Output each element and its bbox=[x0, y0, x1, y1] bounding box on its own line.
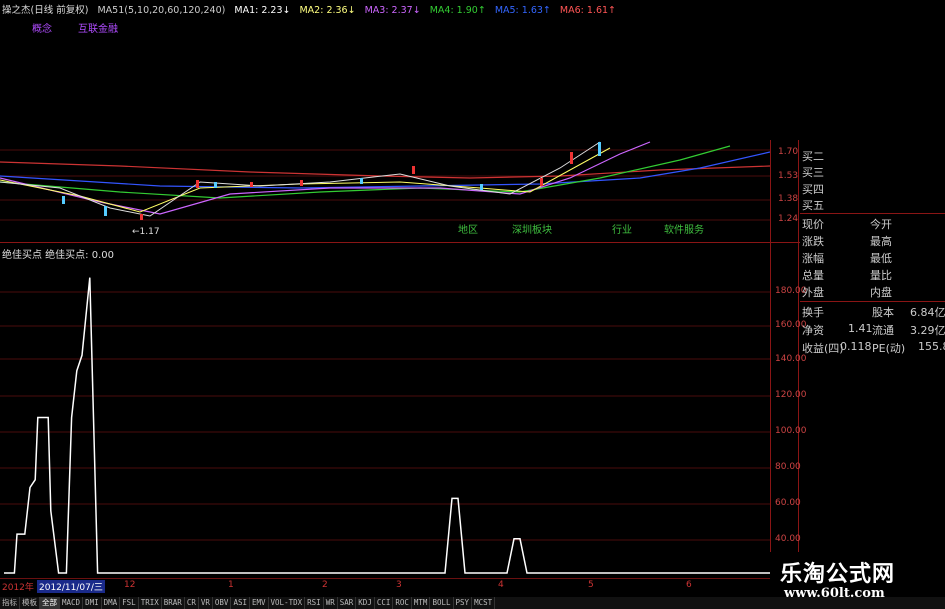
stats-row-eps: 收益(四)0.118PE(动)155.8 bbox=[802, 340, 945, 355]
quote-row-change: 涨跌 最高 bbox=[802, 235, 892, 248]
tab-vr[interactable]: VR bbox=[199, 597, 213, 609]
time-label-3: 3 bbox=[396, 580, 402, 590]
time-label-1: 1 bbox=[228, 580, 234, 590]
tab-fsl[interactable]: FSL bbox=[120, 597, 139, 609]
stock-title[interactable]: 操之杰(日线 前复权) bbox=[2, 5, 88, 16]
price-axis-170: 1.70 bbox=[778, 147, 799, 157]
tab-psy[interactable]: PSY bbox=[454, 597, 473, 609]
tab-vol-tdx[interactable]: VOL-TDX bbox=[269, 597, 306, 609]
bid-row-3: 买三 bbox=[802, 166, 824, 179]
stats-row-turnover: 换手 股本 6.84亿 bbox=[802, 306, 945, 319]
watermark-title: 乐淘公式网 bbox=[780, 562, 896, 587]
quote-row-pct: 涨幅 最低 bbox=[802, 252, 892, 265]
tab-obv[interactable]: OBV bbox=[213, 597, 232, 609]
tab-emv[interactable]: EMV bbox=[250, 597, 269, 609]
indicator-chart[interactable] bbox=[0, 258, 770, 576]
indicator-tab-strip: 指标 模板 全部 MACD DMI DMA FSL TRIX BRAR CR VR OBV ASI EMV… bbox=[0, 597, 945, 609]
tab-cr[interactable]: CR bbox=[185, 597, 199, 609]
indicator-gridlines bbox=[0, 291, 770, 541]
price-low-marker: ←1.17 bbox=[132, 227, 160, 237]
candles bbox=[62, 142, 601, 220]
price-axis-124: 1.24 bbox=[778, 214, 799, 224]
ma2-line bbox=[0, 147, 611, 213]
tab-cci[interactable]: CCI bbox=[375, 597, 394, 609]
bid-row-4: 买四 bbox=[802, 183, 824, 196]
tab--[interactable]: 模板 bbox=[20, 597, 40, 609]
price-chart[interactable]: ←1.17 bbox=[0, 138, 770, 242]
tab-macd[interactable]: MACD bbox=[60, 597, 84, 609]
price-bottom-border bbox=[0, 242, 800, 243]
tab-asi[interactable]: ASI bbox=[231, 597, 250, 609]
sector-tag-shenzhen[interactable]: 深圳板块 bbox=[512, 221, 552, 236]
ma-legend-2: MA2: 2.36↓ bbox=[299, 5, 356, 16]
price-axis-153: 1.53 bbox=[778, 171, 799, 181]
price-axis-138: 1.38 bbox=[778, 194, 799, 204]
ma-legend-1: MA1: 2.23↓ bbox=[234, 5, 291, 16]
concept-fintech[interactable]: 互联金融 bbox=[78, 20, 118, 35]
quote-row-volume: 总量 量比 bbox=[802, 269, 892, 282]
time-axis: 2012年 2012/11/07/三 12 1 2 3 4 5 6 bbox=[0, 578, 770, 593]
tab-rsi[interactable]: RSI bbox=[305, 597, 324, 609]
stats-row-netasset: 净资 1.41 流通 3.29亿 bbox=[802, 322, 945, 337]
tab-mtm[interactable]: MTM bbox=[412, 597, 431, 609]
ma-legend-3: MA3: 2.37↓ bbox=[364, 5, 421, 16]
time-label-12: 12 bbox=[124, 580, 136, 590]
tab-trix[interactable]: TRIX bbox=[139, 597, 162, 609]
ma1-line bbox=[0, 141, 601, 217]
ma-legend-0: MA51(5,10,20,60,120,240) bbox=[97, 5, 226, 16]
quote-row-price: 现价 今开 bbox=[802, 218, 892, 231]
tab-roc[interactable]: ROC bbox=[393, 597, 412, 609]
indicator-axis-label: 120.00 bbox=[775, 390, 807, 400]
tab--[interactable]: 指标 bbox=[0, 597, 20, 609]
bid-row-5: 买五 bbox=[802, 199, 824, 212]
sector-tag-industry[interactable]: 行业 bbox=[612, 221, 632, 236]
panel-border bbox=[798, 140, 799, 595]
sector-tag-region[interactable]: 地区 bbox=[458, 221, 478, 236]
tab-brar[interactable]: BRAR bbox=[162, 597, 185, 609]
tab-dmi[interactable]: DMI bbox=[83, 597, 102, 609]
panel-divider-2 bbox=[800, 301, 945, 302]
indicator-axis-label: 100.00 bbox=[775, 426, 807, 436]
ma-legend-6: MA6: 1.61↑ bbox=[559, 5, 616, 16]
time-label-year: 2012年 bbox=[2, 583, 34, 593]
quote-row-outer: 外盘 内盘 bbox=[802, 286, 892, 299]
indicator-axis-label: 80.00 bbox=[775, 462, 801, 472]
bid-row-2: 买二 bbox=[802, 150, 824, 163]
ma-legend-4: MA4: 1.90↑ bbox=[429, 5, 486, 16]
tab-dma[interactable]: DMA bbox=[102, 597, 121, 609]
indicator-axis-label: 60.00 bbox=[775, 498, 801, 508]
tab-kdj[interactable]: KDJ bbox=[356, 597, 375, 609]
time-label-6: 6 bbox=[686, 580, 692, 590]
time-label-4: 4 bbox=[498, 580, 504, 590]
tab-mcst[interactable]: MCST bbox=[472, 597, 496, 609]
indicator-axis-label: 40.00 bbox=[775, 534, 801, 544]
tab--[interactable]: 全部 bbox=[40, 597, 60, 609]
indicator-line bbox=[4, 277, 770, 574]
time-label-date[interactable]: 2012/11/07/三 bbox=[37, 580, 105, 593]
tab-wr[interactable]: WR bbox=[324, 597, 338, 609]
time-label-5: 5 bbox=[588, 580, 594, 590]
ma-legend: 操之杰(日线 前复权) MA51(5,10,20,60,120,240) MA1… bbox=[2, 2, 622, 16]
right-axis-border bbox=[770, 140, 771, 595]
concept-label[interactable]: 概念 bbox=[32, 20, 52, 35]
panel-divider-1 bbox=[800, 213, 945, 214]
ma-legend-5: MA5: 1.63↑ bbox=[494, 5, 551, 16]
tab-sar[interactable]: SAR bbox=[338, 597, 357, 609]
tab-boll[interactable]: BOLL bbox=[430, 597, 454, 609]
sector-tag-software[interactable]: 软件服务 bbox=[664, 221, 704, 236]
time-label-2: 2 bbox=[322, 580, 328, 590]
